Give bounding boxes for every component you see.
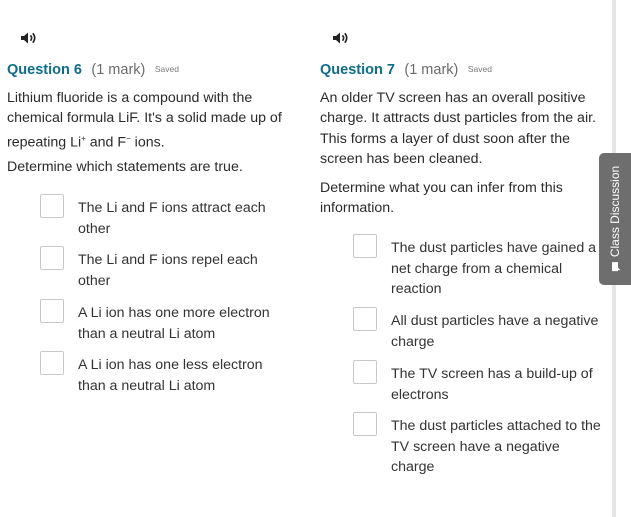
- class-discussion-tab[interactable]: Class Discussion: [599, 153, 631, 285]
- checkbox[interactable]: [353, 412, 377, 436]
- question-6-stem: Lithium fluoride is a compound with the …: [7, 90, 282, 151]
- question-7-header: Question 7 (1 mark) Saved: [320, 61, 492, 79]
- option-label: A Li ion has one less electron than a ne…: [78, 357, 263, 394]
- question-6-option-2[interactable]: The Li and F ions repel each other: [40, 246, 290, 291]
- question-6-saved-status: Saved: [154, 64, 179, 74]
- question-6-option-4[interactable]: A Li ion has one less electron than a ne…: [40, 351, 290, 396]
- question-7-instruction: Determine what you can infer from this i…: [320, 180, 563, 217]
- question-7-title: Question 7: [320, 62, 395, 78]
- option-label: The TV screen has a build-up of electron…: [391, 366, 593, 403]
- option-label: The Li and F ions repel each other: [78, 252, 258, 289]
- question-6-instruction: Determine which statements are true.: [7, 159, 243, 175]
- question-7-option-4[interactable]: The dust particles attached to the TV sc…: [353, 412, 603, 478]
- option-label: A Li ion has one more electron than a ne…: [78, 305, 270, 342]
- checkbox[interactable]: [353, 360, 377, 384]
- question-6-option-3[interactable]: A Li ion has one more electron than a ne…: [40, 299, 290, 344]
- question-7-saved-status: Saved: [467, 64, 492, 74]
- question-7-option-3[interactable]: The TV screen has a build-up of electron…: [353, 360, 603, 405]
- question-6-header: Question 6 (1 mark) Saved: [7, 61, 179, 79]
- option-label: All dust particles have a negative charg…: [391, 313, 599, 350]
- checkbox[interactable]: [40, 194, 64, 218]
- checkbox[interactable]: [40, 246, 64, 270]
- question-7-option-2[interactable]: All dust particles have a negative charg…: [353, 307, 603, 352]
- question-6-mark: (1 mark): [91, 62, 146, 78]
- checkbox[interactable]: [353, 307, 377, 331]
- question-6-title: Question 6: [7, 62, 82, 78]
- checkbox[interactable]: [40, 351, 64, 375]
- chat-bubble-icon: [611, 262, 621, 272]
- question-7-mark: (1 mark): [404, 62, 459, 78]
- speaker-icon[interactable]: [332, 31, 350, 45]
- speaker-icon[interactable]: [20, 31, 38, 45]
- question-7-stem: An older TV screen has an overall positi…: [320, 90, 596, 167]
- class-discussion-label: Class Discussion: [608, 166, 622, 272]
- checkbox[interactable]: [353, 234, 377, 258]
- option-label: The dust particles attached to the TV sc…: [391, 418, 601, 475]
- question-6-option-1[interactable]: The Li and F ions attract each other: [40, 194, 290, 239]
- question-7-option-1[interactable]: The dust particles have gained a net cha…: [353, 234, 603, 300]
- option-label: The Li and F ions attract each other: [78, 200, 266, 237]
- checkbox[interactable]: [40, 299, 64, 323]
- option-label: The dust particles have gained a net cha…: [391, 240, 597, 297]
